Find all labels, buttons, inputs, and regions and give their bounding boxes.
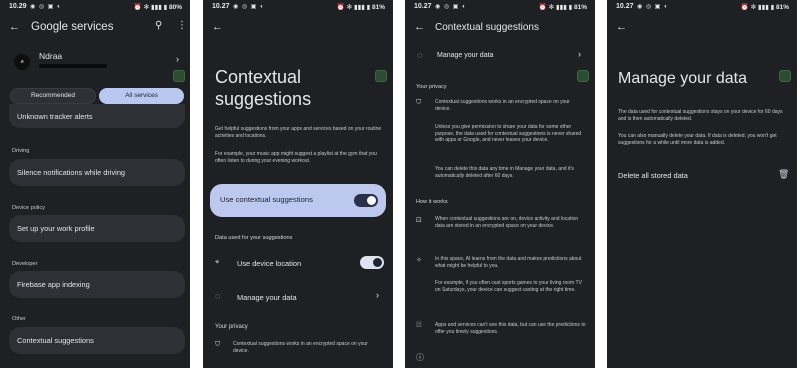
item-firebase-indexing[interactable]: Firebase app indexing <box>9 271 185 298</box>
page-title: Contextual suggestions <box>435 22 539 33</box>
manage-data-row[interactable]: ◌ Manage your data › <box>203 286 393 308</box>
item-unknown-tracker-alerts[interactable]: Unknown tracker alerts <box>9 104 185 128</box>
status-time: 10.27 <box>616 3 634 10</box>
screen-manage-your-data: 10.27 ◉ ◎ ▣ ◐ ⏰ ✻ ▮▮▮ ▮ 81% ← Manage you… <box>607 0 797 368</box>
category-device-policy: Device policy <box>12 205 45 211</box>
trash-icon[interactable]: 🗑 <box>778 169 789 180</box>
status-bar: 10.29 ◉ ◎ ▣ ◐ ⏰ ✻ ▮▮▮ ▮ 80% <box>0 0 190 14</box>
search-icon[interactable]: ⚲ <box>155 20 162 31</box>
item-silence-notifications[interactable]: Silence notifications while driving <box>9 159 185 186</box>
floating-badge <box>375 70 387 82</box>
main-toggle-card[interactable]: Use contextual suggestions <box>210 184 386 217</box>
section-your-privacy: Your privacy <box>215 324 248 330</box>
item-label: Contextual suggestions <box>17 336 94 345</box>
page-title: Manage your data <box>618 70 747 87</box>
item-label: Silence notifications while driving <box>17 168 126 177</box>
main-toggle-label: Use contextual suggestions <box>220 195 313 204</box>
manage-data-icon: ◌ <box>417 50 423 60</box>
system-icons: ⏰ ✻ ▮▮▮ ▮ 81% <box>538 4 587 11</box>
chevron-right-icon: › <box>578 49 581 59</box>
example-text: For example, your music app might sugges… <box>215 151 377 164</box>
status-bar: 10.27 ◉ ◎ ▣ ◐ ⏰ ✻ ▮▮▮ ▮ 81% <box>405 0 595 14</box>
info-text-2: You can also manually delete your data. … <box>618 133 777 146</box>
notification-icons: ◉ ◎ ▣ ◐ <box>435 4 467 10</box>
chevron-right-icon: › <box>376 290 379 300</box>
page-title: Contextual suggestions <box>215 67 312 109</box>
privacy-text: Contextual suggestions works in an encry… <box>233 341 368 354</box>
category-driving: Driving <box>12 148 30 154</box>
how-text-2: In this space, AI learns from the data a… <box>435 256 582 269</box>
section-your-privacy: Your privacy <box>416 84 447 90</box>
info-icon: ⓘ <box>416 353 424 362</box>
back-arrow-icon[interactable]: ← <box>212 21 223 33</box>
how-text-4: Apps and services can't see this data, b… <box>435 322 586 335</box>
how-text-3: For example, if you often cast sports ga… <box>435 280 582 293</box>
lock-icon: ⊡ <box>416 217 422 224</box>
delete-all-label: Delete all stored data <box>618 171 688 180</box>
battery-level: 81% <box>573 4 587 11</box>
item-label: Firebase app indexing <box>17 280 90 289</box>
item-work-profile[interactable]: Set up your work profile <box>9 215 185 242</box>
account-name: Ndraa <box>39 51 63 61</box>
delete-all-data-row[interactable]: Delete all stored data 🗑 <box>607 164 797 186</box>
item-label: Set up your work profile <box>17 224 95 233</box>
status-time: 10.27 <box>212 3 230 10</box>
battery-level: 81% <box>775 4 789 11</box>
back-arrow-icon[interactable]: ← <box>414 21 425 33</box>
status-time: 10.29 <box>9 3 27 10</box>
how-text-1: When contextual suggestions are on, devi… <box>435 216 579 229</box>
item-label: Unknown tracker alerts <box>17 112 93 121</box>
system-icons: ⏰ ✻ ▮▮▮ ▮ 80% <box>133 4 182 11</box>
manage-data-icon: ◌ <box>215 291 221 301</box>
category-developer: Developer <box>12 261 38 267</box>
category-other: Other <box>12 316 26 322</box>
redacted-email <box>39 64 107 68</box>
manage-data-label: Manage your data <box>237 293 297 302</box>
location-label: Use device location <box>237 259 302 268</box>
floating-badge <box>779 70 791 82</box>
location-toggle[interactable] <box>360 256 384 269</box>
back-arrow-icon[interactable]: ← <box>9 21 20 33</box>
manage-data-row[interactable]: ◌ Manage your data › <box>405 46 595 66</box>
floating-badge <box>173 70 185 82</box>
screen-contextual-suggestions: 10.27 ◉ ◎ ▣ ◐ ⏰ ✻ ▮▮▮ ▮ 81% ← Contextual… <box>203 0 393 368</box>
battery-level: 81% <box>371 4 385 11</box>
system-icons: ⏰ ✻ ▮▮▮ ▮ 81% <box>336 4 385 11</box>
status-bar: 10.27 ◉ ◎ ▣ ◐ ⏰ ✻ ▮▮▮ ▮ 81% <box>607 0 797 14</box>
account-row[interactable]: ጰ Ndraa › <box>0 44 190 80</box>
more-options-icon[interactable]: ⋮ <box>177 20 187 31</box>
notification-icons: ◉ ◎ ▣ ◐ <box>233 4 265 10</box>
privacy-text-3: You can delete this data any time in Man… <box>435 166 574 179</box>
floating-badge <box>577 70 589 82</box>
avatar: ጰ <box>14 54 30 70</box>
back-arrow-icon[interactable]: ← <box>616 21 627 33</box>
grid-icon: ⁞⁞⁞ <box>416 322 422 329</box>
screen-contextual-details: 10.27 ◉ ◎ ▣ ◐ ⏰ ✻ ▮▮▮ ▮ 81% ← Contextual… <box>405 0 595 368</box>
item-contextual-suggestions[interactable]: Contextual suggestions <box>9 327 185 354</box>
shield-icon: ⛉ <box>215 341 221 348</box>
privacy-text-1: Contextual suggestions works in an encry… <box>435 99 570 112</box>
sparkle-icon: ✧ <box>416 257 422 264</box>
shield-icon: ⛉ <box>416 99 422 106</box>
chevron-right-icon: › <box>176 54 179 64</box>
tab-recommended[interactable]: Recommended <box>10 88 96 104</box>
status-time: 10.27 <box>414 3 432 10</box>
page-title: Google services <box>31 21 114 33</box>
info-text-1: The data used for contextual suggestions… <box>618 109 783 122</box>
notification-icons: ◉ ◎ ▣ ◐ <box>30 4 62 10</box>
privacy-text-2: Unless you give permission to share your… <box>435 124 582 144</box>
notification-icons: ◉ ◎ ▣ ◐ <box>637 4 669 10</box>
section-data-used: Data used for your suggestions <box>215 235 293 241</box>
tab-all-services[interactable]: All services <box>99 88 184 104</box>
screen-google-services: 10.29 ◉ ◎ ▣ ◐ ⏰ ✻ ▮▮▮ ▮ 80% ← Google ser… <box>0 0 190 368</box>
battery-level: 80% <box>168 4 182 11</box>
main-toggle-switch[interactable] <box>354 194 378 207</box>
intro-text: Get helpful suggestions from your apps a… <box>215 126 382 139</box>
system-icons: ⏰ ✻ ▮▮▮ ▮ 81% <box>740 4 789 11</box>
status-bar: 10.27 ◉ ◎ ▣ ◐ ⏰ ✻ ▮▮▮ ▮ 81% <box>203 0 393 14</box>
manage-data-label: Manage your data <box>437 52 494 59</box>
location-pin-icon: ⌖ <box>215 257 220 266</box>
section-how-it-works: How it works <box>416 199 448 205</box>
